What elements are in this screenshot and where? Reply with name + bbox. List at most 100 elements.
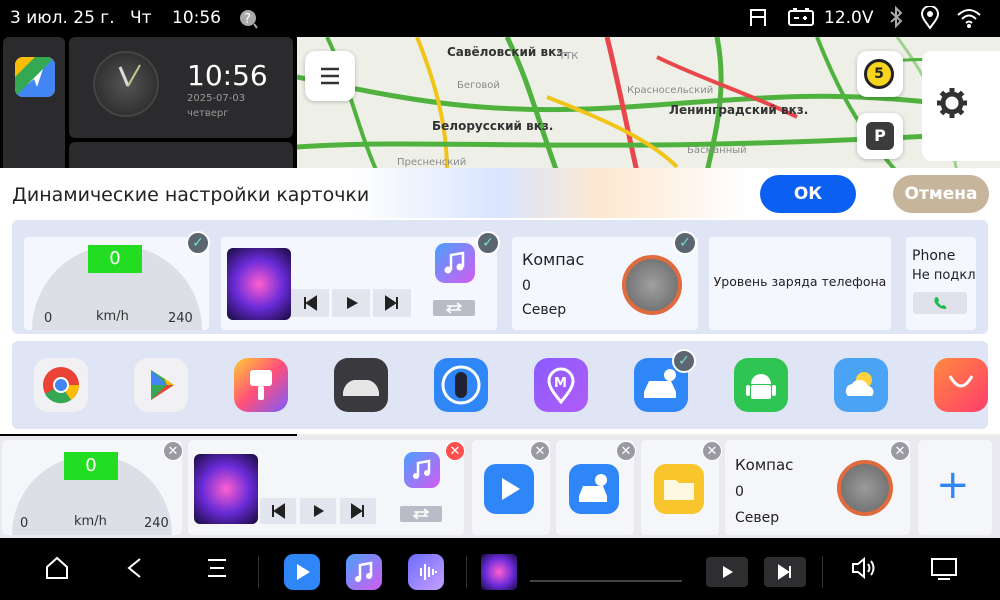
screen-toggle-button[interactable]: [930, 555, 958, 585]
play-store-icon[interactable]: [134, 358, 188, 412]
back-button[interactable]: [122, 555, 148, 585]
remove-card-button[interactable]: ✕: [163, 441, 183, 461]
remove-card-button[interactable]: ✕: [445, 441, 465, 461]
video-player-shortcut[interactable]: [284, 554, 320, 590]
weather-icon: ?: [234, 6, 264, 35]
map-road-label: ТТК: [559, 51, 579, 62]
compass-title: Компас: [522, 250, 585, 269]
voice-recorder-shortcut[interactable]: [408, 554, 444, 590]
ok-button[interactable]: ОК: [760, 175, 856, 213]
display-icon: [931, 558, 957, 580]
remove-card-button[interactable]: ✕: [890, 441, 910, 461]
wifi-icon: [956, 8, 982, 33]
app-icons-row: M ✓: [12, 341, 988, 429]
parking-button[interactable]: P: [857, 113, 903, 159]
battery-icon: [788, 8, 814, 31]
selected-check-icon[interactable]: ✓: [476, 231, 500, 255]
volume-button[interactable]: [850, 555, 878, 585]
phone-card[interactable]: Phone Не подкл: [906, 237, 976, 330]
play-button[interactable]: [332, 289, 370, 317]
next-track-button[interactable]: [340, 498, 376, 524]
dock-music-card[interactable]: [188, 440, 464, 535]
shuffle-icon: [445, 302, 463, 314]
phone-status: Не подкл: [912, 268, 976, 283]
add-card-button[interactable]: +: [918, 440, 992, 535]
play-icon: [297, 564, 310, 580]
skip-forward-icon: [385, 295, 398, 311]
maps-m-icon[interactable]: M: [534, 358, 588, 412]
shop-app-icon[interactable]: [934, 358, 988, 412]
dock-speed-min: 0: [20, 516, 29, 531]
svg-text:M: M: [554, 376, 567, 391]
compass-direction: Север: [522, 302, 567, 318]
cancel-button[interactable]: Отмена: [893, 175, 989, 213]
skip-back-icon: [304, 295, 317, 311]
speed-limit-button[interactable]: 5: [857, 51, 903, 97]
album-art: [227, 248, 291, 320]
car-model-icon[interactable]: [434, 358, 488, 412]
phone-battery-card[interactable]: Уровень заряда телефона: [709, 237, 891, 330]
analog-clock: [93, 51, 159, 117]
widget-cards-row: 0 0 km/h 240 ✓ ✓ Компас 0 Север ✓ Уровен…: [12, 220, 988, 334]
dock-speedometer-card[interactable]: 0 0 km/h 240: [2, 440, 182, 535]
map-label: Савёловский вкз.: [447, 45, 568, 59]
music-app-shortcut[interactable]: [346, 554, 382, 590]
maps-app-icon[interactable]: [15, 57, 55, 97]
next-track-button[interactable]: [764, 557, 806, 587]
media-progress-bar[interactable]: [530, 580, 682, 582]
play-icon: [314, 505, 324, 517]
status-time: 10:56: [172, 8, 221, 28]
app-menu-button[interactable]: [204, 555, 230, 585]
music-app-icon: [404, 452, 440, 488]
menu-icon: [208, 559, 226, 577]
remove-card-button[interactable]: ✕: [530, 441, 550, 461]
bluetooth-icon: [889, 5, 903, 33]
dock-speed-max: 240: [144, 516, 169, 531]
repeat-mode-button[interactable]: [433, 300, 475, 316]
next-track-button[interactable]: [373, 289, 411, 317]
prev-track-button[interactable]: [291, 289, 329, 317]
remove-card-button[interactable]: ✕: [616, 441, 636, 461]
skip-back-icon: [272, 503, 285, 519]
car-view-icon[interactable]: [334, 358, 388, 412]
now-playing-art[interactable]: [481, 554, 517, 590]
repeat-mode-button[interactable]: [400, 506, 442, 522]
chrome-app-icon[interactable]: [34, 358, 88, 412]
phone-battery-label: Уровень заряда телефона: [713, 274, 887, 289]
skip-forward-icon: [351, 503, 364, 519]
play-button[interactable]: [300, 498, 336, 524]
play-button[interactable]: [706, 557, 748, 587]
status-date: 3 июл. 25 г.: [10, 8, 115, 28]
divider: [466, 556, 467, 588]
speedometer-card[interactable]: 0 0 km/h 240: [24, 237, 209, 330]
add-icon: +: [936, 462, 970, 508]
skip-forward-icon: [778, 564, 791, 580]
music-app-icon: [435, 243, 475, 283]
call-button[interactable]: [913, 292, 967, 314]
music-card[interactable]: [221, 237, 497, 330]
dialog-title: Динамические настройки карточки: [12, 184, 370, 206]
shuffle-icon: [412, 508, 430, 520]
selected-check-icon[interactable]: ✓: [673, 231, 697, 255]
prev-track-button[interactable]: [260, 498, 296, 524]
svg-text:?: ?: [244, 12, 251, 27]
settings-button[interactable]: [922, 51, 1000, 161]
theme-brush-icon[interactable]: [234, 358, 288, 412]
card-settings-dialog: Динамические настройки карточки ОК Отмен…: [0, 168, 1000, 434]
selected-check-icon[interactable]: ✓: [186, 231, 210, 255]
map-menu-button[interactable]: [305, 51, 355, 101]
nav-app-tile[interactable]: [3, 37, 65, 173]
parking-icon: P: [866, 122, 894, 150]
play-icon: [347, 297, 358, 309]
home-button[interactable]: [44, 555, 70, 585]
dock-compass-card[interactable]: Компас 0 Север: [725, 440, 910, 535]
clock-widget[interactable]: 10:56 2025-07-03 четверг: [69, 37, 293, 138]
location-icon: [920, 5, 940, 35]
map-district-label: Красносельский: [627, 85, 714, 96]
weather-app-icon[interactable]: [834, 358, 888, 412]
compass-card[interactable]: Компас 0 Север: [512, 237, 698, 330]
remove-card-button[interactable]: ✕: [702, 441, 722, 461]
map-label: Ленинградский вкз.: [669, 103, 809, 117]
android-icon[interactable]: [734, 358, 788, 412]
selected-check-icon[interactable]: ✓: [672, 349, 696, 373]
